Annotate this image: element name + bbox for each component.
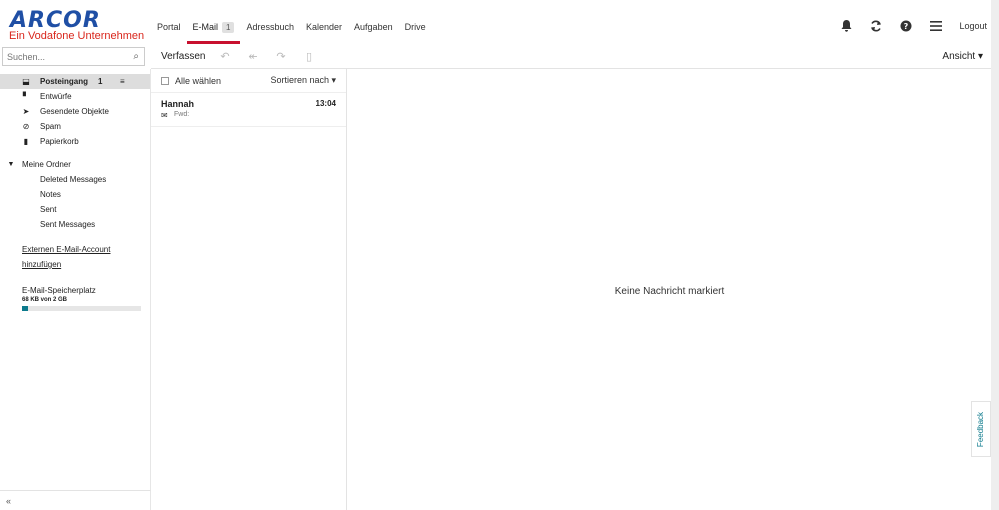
select-all-label[interactable]: Alle wählen	[175, 76, 221, 86]
select-all-checkbox[interactable]	[161, 76, 169, 85]
tab-email[interactable]: E-Mail 1	[186, 8, 241, 44]
empty-state-text: Keine Nachricht markiert	[614, 286, 725, 297]
view-dropdown[interactable]: Ansicht ▾	[942, 51, 991, 62]
message-row[interactable]: Hannah 13:04 ✉ Fwd:	[151, 93, 346, 127]
folder-deleted-messages[interactable]: Deleted Messages	[0, 172, 150, 187]
feedback-label: Feedback	[976, 411, 986, 447]
arcor-logo[interactable]: ARCOR Ein Vodafone Unternehmen	[0, 0, 151, 44]
forward-icon[interactable]: ↷	[267, 50, 295, 63]
delete-icon[interactable]: ▯	[295, 50, 323, 63]
folder-sent-items[interactable]: ➤ Gesendete Objekte	[0, 104, 150, 119]
storage-label: E-Mail-Speicherplatz	[22, 286, 96, 295]
folder-label: Posteingang	[40, 77, 89, 86]
folder-sent-messages[interactable]: Sent Messages	[0, 217, 150, 232]
tab-email-label: E-Mail	[192, 22, 219, 32]
mail-app: ARCOR Ein Vodafone Unternehmen Portal E-…	[0, 0, 999, 510]
feedback-button[interactable]: Feedback	[971, 401, 991, 457]
caret-down-icon: ▼	[7, 161, 15, 168]
spam-icon: ⊘	[22, 122, 30, 131]
bell-icon[interactable]	[831, 8, 861, 44]
hamburger-menu-icon[interactable]	[921, 8, 951, 44]
draft-icon: ▘	[22, 92, 30, 101]
trash-icon: ▮	[23, 137, 29, 146]
search-input[interactable]	[7, 51, 125, 62]
folder-label: Papierkorb	[40, 137, 79, 146]
unread-badge: 1	[222, 22, 235, 33]
mail-toolbar: Verfassen ↶ ↞ ↷ ▯ Ansicht ▾	[151, 44, 991, 69]
message-detail-pane: Keine Nachricht markiert	[348, 69, 991, 510]
top-navigation: Portal E-Mail 1 Adressbuch Kalender Aufga…	[151, 8, 991, 44]
folder-inbox[interactable]: ⬓ Posteingang 1 ≡	[0, 74, 150, 89]
reply-all-icon[interactable]: ↞	[239, 50, 267, 63]
storage-value: 68 KB von 2 GB	[22, 297, 68, 303]
envelope-icon: ✉	[161, 111, 168, 120]
svg-text:?: ?	[904, 22, 909, 31]
folder-spam[interactable]: ⊘ Spam	[0, 119, 150, 134]
logout-link[interactable]: Logout	[951, 21, 991, 31]
message-sender: Hannah	[161, 99, 195, 109]
message-subject: Fwd:	[174, 111, 190, 118]
logo-tagline: Ein Vodafone Unternehmen	[9, 30, 145, 42]
folder-trash[interactable]: ▮ Papierkorb	[0, 134, 150, 149]
compose-button[interactable]: Verfassen	[151, 51, 211, 62]
collapse-sidebar-button[interactable]: «	[0, 490, 151, 510]
tab-calendar[interactable]: Kalender	[300, 8, 348, 44]
tab-portal[interactable]: Portal	[151, 8, 187, 44]
search-icon[interactable]: ⌕	[133, 51, 139, 62]
storage-bar-fill	[22, 306, 28, 311]
search-box[interactable]: ⌕	[2, 47, 145, 66]
folder-label: Spam	[40, 122, 61, 131]
tab-tasks[interactable]: Aufgaben	[348, 8, 399, 44]
storage-bar	[22, 306, 141, 311]
folder-menu-icon[interactable]: ≡	[120, 77, 125, 86]
reply-icon[interactable]: ↶	[211, 50, 239, 63]
my-folders-toggle[interactable]: ▼ Meine Ordner	[0, 157, 150, 172]
refresh-icon[interactable]	[861, 8, 891, 44]
sort-dropdown[interactable]: Sortieren nach ▾	[270, 75, 336, 86]
folder-label: Gesendete Objekte	[40, 107, 109, 116]
page-scrollbar[interactable]	[991, 0, 999, 510]
folder-drafts[interactable]: ▘ Entwürfe	[0, 89, 150, 104]
message-time: 13:04	[315, 99, 336, 108]
folder-sent[interactable]: Sent	[0, 202, 150, 217]
tab-addressbook[interactable]: Adressbuch	[240, 8, 300, 44]
send-icon: ➤	[22, 107, 30, 116]
message-list: Alle wählen Sortieren nach ▾ Hannah 13:0…	[151, 69, 347, 510]
add-external-account-link[interactable]: Externen E-Mail-Account hinzufügen	[0, 242, 120, 272]
tab-drive[interactable]: Drive	[399, 8, 432, 44]
unread-count: 1	[98, 77, 103, 86]
folder-sidebar: ⬓ Posteingang 1 ≡ ▘ Entwürfe ➤ Gesendete…	[0, 69, 151, 510]
my-folders-label: Meine Ordner	[22, 160, 71, 169]
folder-notes[interactable]: Notes	[0, 187, 150, 202]
inbox-icon: ⬓	[22, 77, 30, 86]
message-list-header: Alle wählen Sortieren nach ▾	[151, 69, 346, 93]
folder-label: Entwürfe	[40, 92, 72, 101]
help-icon[interactable]: ?	[891, 8, 921, 44]
